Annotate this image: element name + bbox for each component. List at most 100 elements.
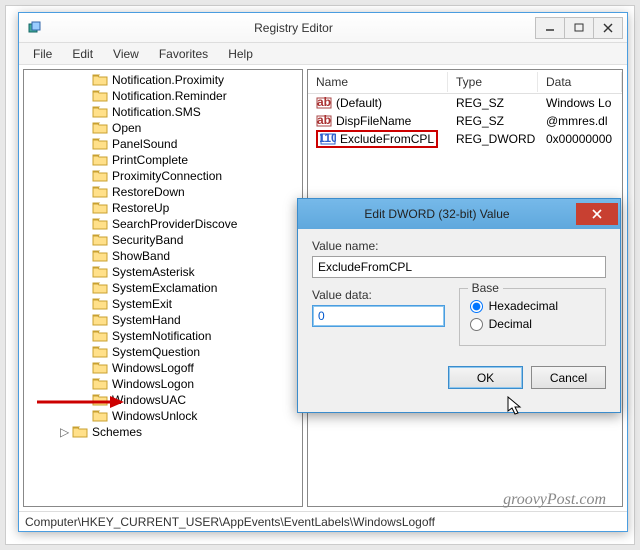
list-row[interactable]: 110ExcludeFromCPLREG_DWORD0x00000000	[308, 130, 622, 148]
folder-icon	[92, 281, 108, 295]
tree-item-systemhand[interactable]: SystemHand	[32, 312, 302, 328]
folder-icon	[72, 425, 88, 439]
tree-item-windowslogoff[interactable]: WindowsLogoff	[32, 360, 302, 376]
tree-item-showband[interactable]: ShowBand	[32, 248, 302, 264]
menu-help[interactable]: Help	[218, 45, 263, 63]
tree-label: SystemAsterisk	[112, 265, 195, 279]
tree-label: SystemQuestion	[112, 345, 200, 359]
radio-dec-input[interactable]	[470, 318, 483, 331]
folder-icon	[92, 345, 108, 359]
folder-icon	[92, 137, 108, 151]
tree-item-open[interactable]: Open	[32, 120, 302, 136]
tree-pane[interactable]: Notification.ProximityNotification.Remin…	[23, 69, 303, 507]
edit-dword-dialog: Edit DWORD (32-bit) Value Value name: Va…	[297, 198, 621, 413]
folder-icon	[92, 185, 108, 199]
tree-item-systemasterisk[interactable]: SystemAsterisk	[32, 264, 302, 280]
value-data: @mmres.dl	[538, 113, 622, 129]
window-title: Registry Editor	[51, 21, 536, 35]
menu-view[interactable]: View	[103, 45, 149, 63]
tree-item-schemes[interactable]: ▷Schemes	[32, 424, 302, 440]
menubar: File Edit View Favorites Help	[19, 43, 627, 65]
watermark: groovyPost.com	[503, 491, 606, 509]
tree-label: SystemExit	[112, 297, 172, 311]
value-name: ExcludeFromCPL	[340, 132, 434, 146]
folder-icon	[92, 233, 108, 247]
tree-label: PrintComplete	[112, 153, 188, 167]
cancel-button[interactable]: Cancel	[531, 366, 606, 389]
value-name: (Default)	[336, 96, 382, 110]
folder-icon	[92, 217, 108, 231]
radio-hex-input[interactable]	[470, 300, 483, 313]
value-data: Windows Lo	[538, 95, 622, 111]
value-data-input[interactable]	[312, 305, 445, 327]
tree-item-systemexclamation[interactable]: SystemExclamation	[32, 280, 302, 296]
folder-icon	[92, 121, 108, 135]
tree-label: WindowsLogoff	[112, 361, 194, 375]
col-type[interactable]: Type	[448, 72, 538, 92]
titlebar[interactable]: Registry Editor	[19, 13, 627, 43]
tree-label: SystemHand	[112, 313, 181, 327]
tree-label: ProximityConnection	[112, 169, 222, 183]
tree-item-windowslogon[interactable]: WindowsLogon	[32, 376, 302, 392]
app-icon	[27, 20, 43, 36]
tree-item-systemquestion[interactable]: SystemQuestion	[32, 344, 302, 360]
annotation-arrow	[32, 392, 132, 412]
list-header: Name Type Data	[308, 70, 622, 94]
dialog-title: Edit DWORD (32-bit) Value	[298, 207, 576, 221]
menu-file[interactable]: File	[23, 45, 62, 63]
tree-item-systemexit[interactable]: SystemExit	[32, 296, 302, 312]
svg-text:110: 110	[320, 132, 336, 145]
folder-icon	[92, 297, 108, 311]
tree-item-restoreup[interactable]: RestoreUp	[32, 200, 302, 216]
tree-item-panelsound[interactable]: PanelSound	[32, 136, 302, 152]
menu-edit[interactable]: Edit	[62, 45, 103, 63]
tree-label: Notification.Proximity	[112, 73, 224, 87]
value-data: 0x00000000	[538, 131, 622, 147]
folder-icon	[92, 361, 108, 375]
radio-decimal[interactable]: Decimal	[470, 317, 595, 331]
folder-icon	[92, 153, 108, 167]
value-icon: ab	[316, 96, 332, 110]
dialog-titlebar[interactable]: Edit DWORD (32-bit) Value	[298, 199, 620, 229]
tree-item-systemnotification[interactable]: SystemNotification	[32, 328, 302, 344]
col-name[interactable]: Name	[308, 72, 448, 92]
tree-label: SearchProviderDiscove	[112, 217, 237, 231]
menu-favorites[interactable]: Favorites	[149, 45, 218, 63]
svg-text:ab: ab	[317, 96, 331, 109]
tree-item-notification-sms[interactable]: Notification.SMS	[32, 104, 302, 120]
folder-icon	[92, 313, 108, 327]
tree-label: WindowsLogon	[112, 377, 194, 391]
value-type: REG_SZ	[448, 95, 538, 111]
tree-item-notification-reminder[interactable]: Notification.Reminder	[32, 88, 302, 104]
list-row[interactable]: abDispFileNameREG_SZ@mmres.dl	[308, 112, 622, 130]
ok-button[interactable]: OK	[448, 366, 523, 389]
folder-icon	[92, 377, 108, 391]
tree-item-restoredown[interactable]: RestoreDown	[32, 184, 302, 200]
tree-item-notification-proximity[interactable]: Notification.Proximity	[32, 72, 302, 88]
tree-label: RestoreDown	[112, 185, 185, 199]
value-icon: ab	[316, 114, 332, 128]
col-data[interactable]: Data	[538, 72, 622, 92]
tree-label: PanelSound	[112, 137, 177, 151]
maximize-button[interactable]	[564, 17, 594, 39]
tree-item-searchproviderdiscove[interactable]: SearchProviderDiscove	[32, 216, 302, 232]
tree-item-securityband[interactable]: SecurityBand	[32, 232, 302, 248]
statusbar: Computer\HKEY_CURRENT_USER\AppEvents\Eve…	[19, 511, 627, 531]
tree-label: Open	[112, 121, 141, 135]
list-row[interactable]: ab (Default) REG_SZWindows Lo	[308, 94, 622, 112]
folder-icon	[92, 105, 108, 119]
radio-hexadecimal[interactable]: Hexadecimal	[470, 299, 595, 313]
close-button[interactable]	[593, 17, 623, 39]
value-icon: 110	[320, 132, 336, 146]
minimize-button[interactable]	[535, 17, 565, 39]
tree-label: RestoreUp	[112, 201, 169, 215]
dialog-close-button[interactable]	[576, 203, 618, 225]
tree-item-proximityconnection[interactable]: ProximityConnection	[32, 168, 302, 184]
tree-label: SystemNotification	[112, 329, 211, 343]
value-name: DispFileName	[336, 114, 411, 128]
folder-icon	[92, 73, 108, 87]
value-name-input[interactable]	[312, 256, 606, 278]
folder-icon	[92, 265, 108, 279]
tree-label: Schemes	[92, 425, 142, 439]
tree-item-printcomplete[interactable]: PrintComplete	[32, 152, 302, 168]
